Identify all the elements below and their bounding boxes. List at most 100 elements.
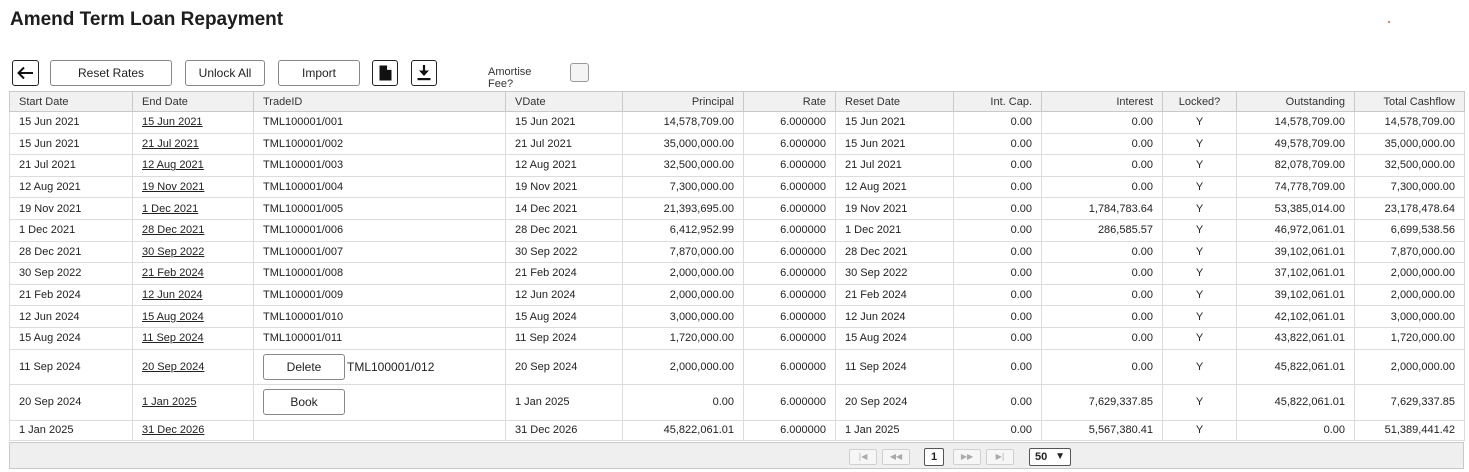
outstanding-cell: 46,972,061.01 <box>1236 218 1355 242</box>
end-date-cell: 21 Feb 2024 <box>132 262 254 285</box>
col-start-date[interactable]: Start Date <box>9 91 133 112</box>
end-date-cell: 12 Jun 2024 <box>132 283 254 307</box>
col-total-cashflow[interactable]: Total Cashflow <box>1354 91 1465 112</box>
int-cap-cell: 0.00 <box>953 348 1042 386</box>
col-vdate[interactable]: VDate <box>505 91 623 112</box>
current-page[interactable]: 1 <box>924 448 944 466</box>
table-row: 20 Sep 2024 1 Jan 2025 Book 1 Jan 2025 0.00 6… <box>9 384 1465 421</box>
col-trade-id[interactable]: TradeID <box>253 91 506 112</box>
end-date-link[interactable]: 21 Feb 2024 <box>142 267 204 279</box>
end-date-link[interactable]: 31 Dec 2026 <box>142 424 204 436</box>
total-cashflow-cell: 51,389,441.42 <box>1354 419 1465 441</box>
col-rate[interactable]: Rate <box>743 91 836 112</box>
col-locked[interactable]: Locked? <box>1162 91 1237 112</box>
end-date-link[interactable]: 20 Sep 2024 <box>142 361 204 373</box>
start-date-cell: 1 Jan 2025 <box>9 419 133 441</box>
back-button[interactable] <box>12 60 39 86</box>
table-row: 1 Jan 2025 31 Dec 2026 31 Dec 2026 45,822,0… <box>9 419 1465 441</box>
col-reset-date[interactable]: Reset Date <box>835 91 954 112</box>
end-date-link[interactable]: 19 Nov 2021 <box>142 181 204 193</box>
rate-cell: 6.000000 <box>743 326 836 350</box>
end-date-cell: 1 Dec 2021 <box>132 197 254 220</box>
document-button[interactable] <box>372 60 398 86</box>
rate-cell: 6.000000 <box>743 218 836 242</box>
page-size-value: 50 <box>1035 451 1048 463</box>
vdate-cell: 15 Aug 2024 <box>505 305 623 328</box>
table-row: 12 Jun 2024 15 Aug 2024 TML100001/010 15 Au… <box>9 305 1465 328</box>
last-page-button[interactable]: ▶| <box>986 449 1014 465</box>
outstanding-cell: 42,102,061.01 <box>1236 305 1355 328</box>
download-button[interactable] <box>411 60 437 86</box>
table-row: 30 Sep 2022 21 Feb 2024 TML100001/008 21 Fe… <box>9 262 1465 285</box>
col-outstanding[interactable]: Outstanding <box>1236 91 1355 112</box>
principal-cell: 3,000,000.00 <box>622 305 744 328</box>
int-cap-cell: 0.00 <box>953 175 1042 199</box>
principal-cell: 2,000,000.00 <box>622 283 744 307</box>
principal-cell: 0.00 <box>622 384 744 421</box>
int-cap-cell: 0.00 <box>953 218 1042 242</box>
total-cashflow-cell: 2,000,000.00 <box>1354 283 1465 307</box>
rate-cell: 6.000000 <box>743 384 836 421</box>
principal-cell: 7,870,000.00 <box>622 240 744 264</box>
col-end-date[interactable]: End Date <box>132 91 254 112</box>
interest-cell: 0.00 <box>1041 132 1163 156</box>
table-row: 15 Aug 2024 11 Sep 2024 TML100001/011 11 Se… <box>9 326 1465 350</box>
outstanding-cell: 0.00 <box>1236 419 1355 441</box>
reset-date-cell: 21 Feb 2024 <box>835 283 954 307</box>
start-date-cell: 12 Aug 2021 <box>9 175 133 199</box>
page-size-select[interactable]: 50 ▼ <box>1029 448 1071 466</box>
vdate-cell: 31 Dec 2026 <box>505 419 623 441</box>
end-date-cell: 21 Jul 2021 <box>132 132 254 156</box>
end-date-link[interactable]: 30 Sep 2022 <box>142 246 204 258</box>
vdate-cell: 12 Aug 2021 <box>505 154 623 177</box>
end-date-link[interactable]: 1 Jan 2025 <box>142 396 196 408</box>
interest-cell: 1,784,783.64 <box>1041 197 1163 220</box>
end-date-link[interactable]: 11 Sep 2024 <box>142 332 204 344</box>
int-cap-cell: 0.00 <box>953 132 1042 156</box>
col-interest[interactable]: Interest <box>1041 91 1163 112</box>
interest-cell: 0.00 <box>1041 283 1163 307</box>
outstanding-cell: 49,578,709.00 <box>1236 132 1355 156</box>
first-page-button[interactable]: |◀ <box>849 449 877 465</box>
col-int-cap[interactable]: Int. Cap. <box>953 91 1042 112</box>
reset-date-cell: 1 Dec 2021 <box>835 218 954 242</box>
table-row: 15 Jun 2021 15 Jun 2021 TML100001/001 15 Ju… <box>9 111 1465 134</box>
end-date-link[interactable]: 21 Jul 2021 <box>142 138 199 150</box>
prev-page-button[interactable]: ◀◀ <box>882 449 910 465</box>
next-page-button[interactable]: ▶▶ <box>953 449 981 465</box>
book-button[interactable]: Book <box>263 389 345 416</box>
end-date-link[interactable]: 28 Dec 2021 <box>142 224 204 236</box>
table-row: 28 Dec 2021 30 Sep 2022 TML100001/007 30 Se… <box>9 240 1465 264</box>
trade-id-cell: TML100001/011 <box>253 326 506 350</box>
end-date-link[interactable]: 12 Jun 2024 <box>142 289 203 301</box>
locked-cell: Y <box>1162 283 1237 307</box>
outstanding-cell: 39,102,061.01 <box>1236 240 1355 264</box>
amortise-fee-checkbox[interactable] <box>570 63 589 82</box>
outstanding-cell: 45,822,061.01 <box>1236 384 1355 421</box>
end-date-link[interactable]: 15 Aug 2024 <box>142 311 204 323</box>
trade-id-cell: TML100001/003 <box>253 154 506 177</box>
table-row: 21 Feb 2024 12 Jun 2024 TML100001/009 12 Ju… <box>9 283 1465 307</box>
interest-cell: 0.00 <box>1041 240 1163 264</box>
end-date-link[interactable]: 15 Jun 2021 <box>142 116 203 128</box>
int-cap-cell: 0.00 <box>953 419 1042 441</box>
locked-cell: Y <box>1162 218 1237 242</box>
reset-rates-button[interactable]: Reset Rates <box>50 60 172 86</box>
vdate-cell: 28 Dec 2021 <box>505 218 623 242</box>
unlock-all-button[interactable]: Unlock All <box>185 60 265 86</box>
first-page-icon: |◀ <box>858 452 868 461</box>
document-icon <box>379 65 391 81</box>
int-cap-cell: 0.00 <box>953 262 1042 285</box>
reset-date-cell: 20 Sep 2024 <box>835 384 954 421</box>
end-date-link[interactable]: 1 Dec 2021 <box>142 203 198 215</box>
end-date-link[interactable]: 12 Aug 2021 <box>142 159 204 171</box>
outstanding-cell: 43,822,061.01 <box>1236 326 1355 350</box>
interest-cell: 7,629,337.85 <box>1041 384 1163 421</box>
col-principal[interactable]: Principal <box>622 91 744 112</box>
rate-cell: 6.000000 <box>743 305 836 328</box>
import-button[interactable]: Import <box>278 60 360 86</box>
locked-cell: Y <box>1162 262 1237 285</box>
start-date-cell: 12 Jun 2024 <box>9 305 133 328</box>
delete-button[interactable]: Delete <box>263 353 345 380</box>
total-cashflow-cell: 2,000,000.00 <box>1354 262 1465 285</box>
